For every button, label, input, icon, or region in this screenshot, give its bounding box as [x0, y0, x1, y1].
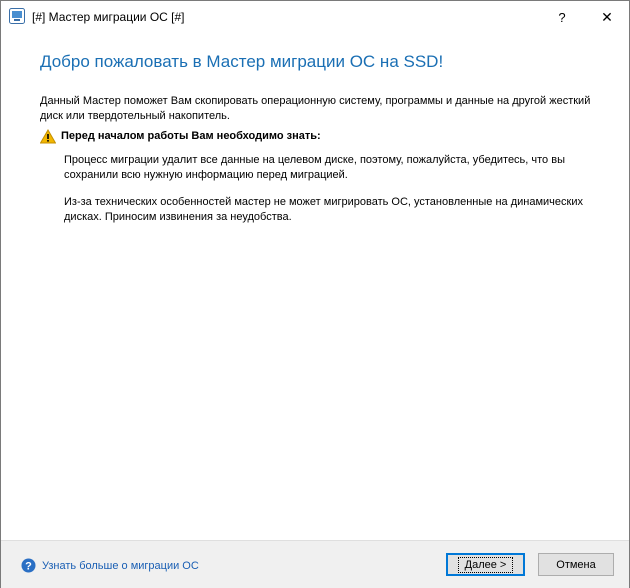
intro-text: Данный Мастер поможет Вам скопировать оп… [40, 95, 591, 122]
migration-wizard-window: [#] Мастер миграции ОС [#] ? ✕ Добро пож… [0, 0, 630, 588]
window-title: [#] Мастер миграции ОС [#] [32, 10, 185, 24]
cancel-button[interactable]: Отмена [538, 553, 614, 576]
warning-triangle-icon [39, 128, 57, 144]
next-button[interactable]: Далее > [446, 553, 525, 576]
question-circle-icon: ? [21, 558, 36, 573]
close-button[interactable]: ✕ [585, 1, 629, 33]
next-button-label: Далее > [457, 556, 514, 573]
learn-more-link[interactable]: ? Узнать больше о миграции ОС [21, 558, 199, 573]
learn-more-link-label[interactable]: Узнать больше о миграции ОС [42, 560, 199, 572]
footer-bar: ? Узнать больше о миграции ОС Далее > От… [1, 540, 629, 588]
warning-paragraph-dynamic-disks: Из-за технических особенностей мастер не… [64, 196, 583, 223]
page-title: Добро пожаловать в Мастер миграции ОС на… [40, 52, 444, 71]
warning-title: Перед началом работы Вам необходимо знат… [61, 130, 321, 142]
help-button[interactable]: ? [540, 1, 584, 33]
svg-text:?: ? [25, 561, 32, 573]
app-window-icon [9, 8, 25, 24]
warning-paragraph-data-loss: Процесс миграции удалит все данные на це… [64, 154, 565, 181]
title-bar: [#] Мастер миграции ОС [#] ? ✕ [1, 1, 629, 33]
